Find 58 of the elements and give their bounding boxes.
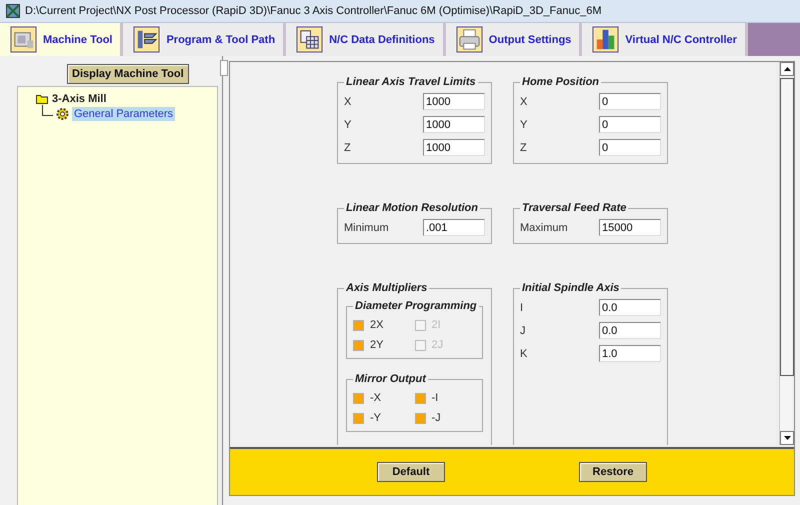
tab[interactable]: N/C Data Definitions — [286, 23, 446, 56]
field-label: X — [344, 96, 352, 108]
checkbox[interactable]: -I — [414, 390, 476, 406]
input-field[interactable]: 0.0 — [599, 322, 661, 339]
input-field[interactable]: 0 — [599, 139, 661, 156]
input-field[interactable]: 1.0 — [599, 345, 661, 362]
tree-item[interactable]: 3-Axis Mill — [52, 93, 106, 105]
group-title: Linear Motion Resolution — [345, 202, 479, 214]
gear-icon — [55, 107, 70, 121]
field-label: Z — [344, 142, 351, 154]
footer-button[interactable]: Restore — [579, 462, 647, 482]
footer-button[interactable]: Default — [377, 462, 445, 482]
checkbox[interactable]: 2Y — [353, 337, 414, 353]
field-label: J — [520, 324, 526, 336]
scroll-up-icon[interactable] — [784, 67, 790, 71]
checkbox[interactable]: -Y — [353, 410, 414, 426]
checkbox[interactable]: -J — [414, 410, 476, 426]
tab[interactable]: Program & Tool Path — [123, 23, 286, 56]
input-field[interactable]: 15000 — [599, 219, 661, 236]
display-machine-tool-button[interactable]: Display Machine Tool — [67, 64, 189, 84]
input-field[interactable]: 0.0 — [599, 299, 661, 316]
group-title: Traversal Feed Rate — [521, 202, 628, 214]
printer-icon — [456, 26, 483, 53]
field-label: Maximum — [520, 222, 568, 234]
input-field[interactable]: 1000 — [423, 116, 485, 133]
field-label: Y — [344, 118, 352, 130]
field-label: I — [520, 302, 524, 314]
field-label: X — [520, 96, 528, 108]
window-title: D:\Current Project\NX Post Processor (RapiD 3D)\Fanuc 3 Axis Controller\Fanuc 6M (Optimise)\RapiD_3D_Fanuc_6M — [25, 5, 602, 17]
input-field[interactable]: 0 — [599, 93, 661, 110]
table-icon — [296, 26, 324, 53]
tab[interactable]: Virtual N/C Controller — [582, 23, 748, 56]
app-icon — [6, 4, 20, 18]
group-title: Linear Axis Travel Limits — [345, 76, 477, 88]
scrollbar-thumb[interactable] — [220, 60, 228, 76]
field-label: Y — [520, 118, 528, 130]
input-field[interactable]: 1000 — [423, 93, 485, 110]
tab[interactable]: Machine Tool — [0, 23, 124, 56]
field-label: Minimum — [344, 222, 389, 234]
group-title: Initial Spindle Axis — [521, 282, 620, 294]
group-title: Axis Multipliers — [344, 282, 428, 294]
group-title: Home Position — [521, 76, 600, 88]
checkbox[interactable]: -X — [353, 390, 414, 406]
group-title: Mirror Output — [354, 373, 428, 385]
input-field[interactable]: .001 — [423, 219, 485, 236]
machine-icon — [10, 26, 37, 53]
scrollbar[interactable] — [779, 62, 794, 445]
input-field[interactable]: 1000 — [423, 139, 485, 156]
input-field[interactable]: 0 — [599, 116, 661, 133]
tab[interactable]: Output Settings — [446, 23, 582, 56]
layers-icon — [133, 26, 160, 53]
field-label: K — [520, 348, 528, 360]
group-title: Diameter Programming — [354, 300, 478, 312]
bar-chart-icon — [592, 26, 620, 53]
scroll-down-icon[interactable] — [784, 436, 790, 440]
checkbox[interactable]: 2X — [353, 317, 414, 333]
field-label: Z — [520, 142, 527, 154]
tree-item[interactable]: General Parameters — [72, 107, 176, 121]
